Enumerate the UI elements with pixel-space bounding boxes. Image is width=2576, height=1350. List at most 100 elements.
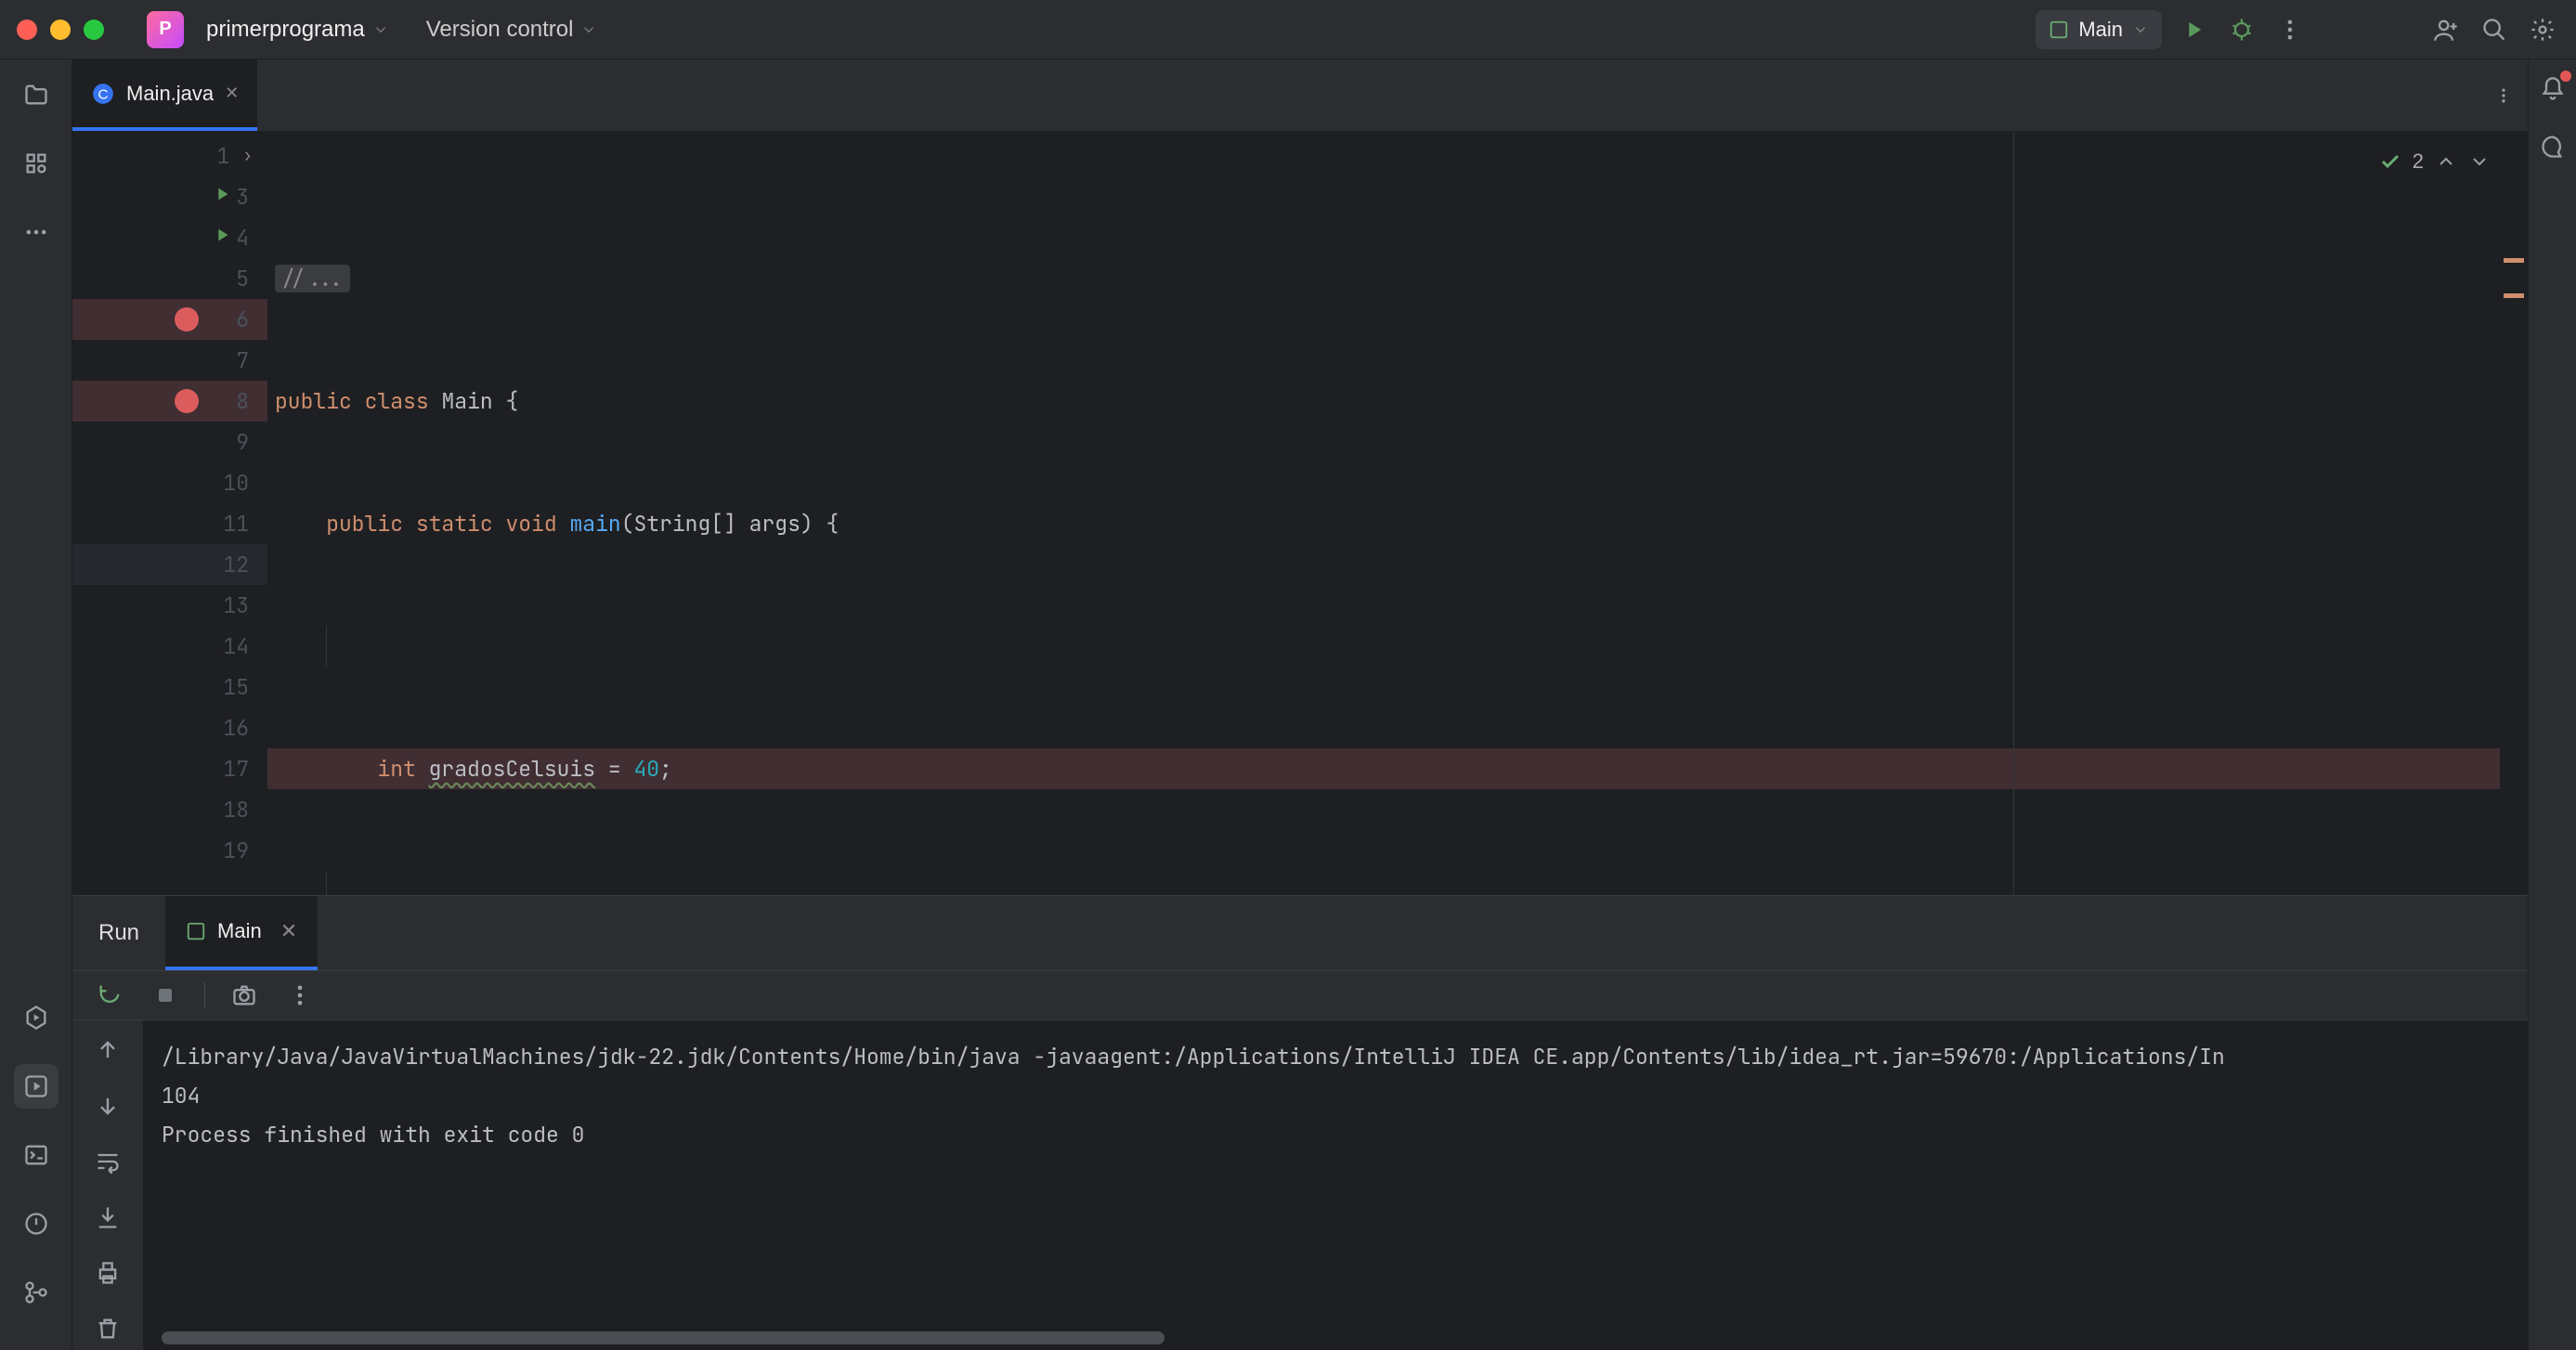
code-token: 40 bbox=[633, 755, 659, 783]
problems-tool-button[interactable] bbox=[14, 1201, 59, 1246]
right-tool-stripe bbox=[2528, 59, 2576, 1350]
scroll-to-end-button[interactable] bbox=[91, 1201, 124, 1234]
warning-circle-icon bbox=[23, 1211, 49, 1237]
print-button[interactable] bbox=[91, 1256, 124, 1290]
services-tool-button[interactable] bbox=[14, 995, 59, 1040]
ruler-mark[interactable] bbox=[2504, 258, 2524, 263]
line-number: 11 bbox=[217, 503, 249, 544]
version-control-menu[interactable]: Version control bbox=[426, 17, 598, 43]
terminal-tool-button[interactable] bbox=[14, 1133, 59, 1177]
project-selector[interactable]: primerprograma bbox=[206, 17, 389, 43]
stop-icon bbox=[152, 982, 178, 1008]
run-button[interactable] bbox=[2177, 13, 2210, 46]
editor[interactable]: 1› 3 4 5 6 7 8 9 10 11 12 13 14 15 16 17… bbox=[72, 132, 2528, 895]
ruler-mark[interactable] bbox=[2504, 293, 2524, 298]
close-window[interactable] bbox=[17, 19, 37, 40]
line-number: 12 bbox=[217, 544, 249, 585]
console-side-toolbar bbox=[72, 1020, 143, 1350]
git-icon bbox=[23, 1279, 49, 1305]
zoom-window[interactable] bbox=[84, 19, 104, 40]
arrow-down-icon bbox=[95, 1093, 121, 1119]
debug-button[interactable] bbox=[2225, 13, 2258, 46]
breakpoint[interactable] bbox=[175, 389, 199, 413]
run-config-tab-label: Main bbox=[217, 919, 262, 943]
run-line-marker[interactable] bbox=[212, 176, 232, 217]
trash-icon bbox=[95, 1316, 121, 1342]
search-icon bbox=[2481, 17, 2507, 43]
tab-filename: Main.java bbox=[126, 82, 214, 106]
inspections-widget[interactable]: 2 bbox=[2379, 141, 2491, 182]
code-token: static bbox=[416, 510, 493, 538]
structure-tool-button[interactable] bbox=[14, 141, 59, 186]
code-with-me-button[interactable] bbox=[2429, 13, 2463, 46]
run-tool-button[interactable] bbox=[14, 1064, 59, 1109]
code-token: void bbox=[505, 510, 556, 538]
more-vertical-icon bbox=[287, 982, 313, 1008]
clear-all-button[interactable] bbox=[91, 1312, 124, 1345]
code-token: Main bbox=[441, 387, 492, 415]
code-token: ; bbox=[659, 755, 672, 783]
run-line-marker[interactable] bbox=[212, 217, 232, 258]
application-icon bbox=[186, 921, 206, 941]
breakpoint[interactable] bbox=[175, 307, 199, 331]
bug-icon bbox=[2229, 17, 2255, 43]
check-icon bbox=[2379, 150, 2401, 173]
editor-gutter[interactable]: 1› 3 4 5 6 7 8 9 10 11 12 13 14 15 16 17… bbox=[72, 132, 267, 895]
line-number: 14 bbox=[217, 626, 249, 667]
line-number: 18 bbox=[217, 789, 249, 830]
line-number: 17 bbox=[217, 748, 249, 789]
code-area[interactable]: //... public class Main { public static … bbox=[267, 132, 2528, 895]
run-configuration-selector[interactable]: Main bbox=[2036, 10, 2162, 49]
fold-toggle[interactable]: › bbox=[242, 136, 253, 176]
console-line: 104 bbox=[162, 1076, 2509, 1115]
more-actions-button[interactable] bbox=[2273, 13, 2307, 46]
project-tool-button[interactable] bbox=[14, 72, 59, 117]
search-everywhere-button[interactable] bbox=[2478, 13, 2511, 46]
line-number: 10 bbox=[217, 462, 249, 503]
right-margin-guide bbox=[2013, 132, 2014, 895]
vcs-tool-button[interactable] bbox=[14, 1270, 59, 1315]
close-tab-button[interactable]: ✕ bbox=[225, 84, 239, 103]
overview-ruler[interactable] bbox=[2500, 132, 2528, 895]
rerun-button[interactable] bbox=[93, 979, 126, 1012]
settings-button[interactable] bbox=[2526, 13, 2559, 46]
code-token: int bbox=[377, 755, 415, 783]
ai-icon bbox=[2540, 134, 2566, 160]
editor-tabs-more[interactable] bbox=[2479, 59, 2528, 131]
code-token: main bbox=[569, 510, 620, 538]
editor-tab-main-java[interactable]: C Main.java ✕ bbox=[72, 59, 257, 131]
folder-icon bbox=[23, 82, 49, 108]
run-toolbar-more[interactable] bbox=[283, 979, 317, 1012]
scroll-down-button[interactable] bbox=[91, 1089, 124, 1123]
scroll-up-button[interactable] bbox=[91, 1033, 124, 1067]
svg-text:C: C bbox=[98, 86, 109, 102]
console-line: /Library/Java/JavaVirtualMachines/jdk-22… bbox=[162, 1037, 2509, 1076]
close-run-tab[interactable]: ✕ bbox=[280, 919, 297, 943]
more-tool-windows-button[interactable] bbox=[14, 210, 59, 254]
class-icon: C bbox=[91, 82, 115, 106]
line-number: 9 bbox=[217, 422, 249, 462]
chevron-down-icon[interactable] bbox=[2468, 150, 2491, 173]
chevron-up-icon[interactable] bbox=[2435, 150, 2457, 173]
line-number: 13 bbox=[217, 585, 249, 626]
hexagon-play-icon bbox=[23, 1005, 49, 1031]
minimize-window[interactable] bbox=[50, 19, 71, 40]
workspace: C Main.java ✕ 1› 3 4 5 6 7 8 9 10 11 12 … bbox=[72, 59, 2528, 1350]
run-config-tab[interactable]: Main ✕ bbox=[165, 896, 318, 970]
chevron-down-icon bbox=[372, 21, 389, 38]
gear-icon bbox=[2530, 17, 2556, 43]
soft-wrap-button[interactable] bbox=[91, 1145, 124, 1178]
ai-assistant-button[interactable] bbox=[2536, 130, 2569, 163]
notifications-button[interactable] bbox=[2536, 72, 2569, 106]
stop-button[interactable] bbox=[149, 979, 182, 1012]
chevron-down-icon bbox=[2132, 21, 2149, 38]
folded-region[interactable]: //... bbox=[275, 265, 350, 292]
play-square-icon bbox=[23, 1073, 49, 1099]
console-output[interactable]: /Library/Java/JavaVirtualMachines/jdk-22… bbox=[143, 1020, 2528, 1350]
toolbar-separator bbox=[204, 982, 205, 1008]
more-vertical-icon bbox=[2277, 17, 2303, 43]
line-number: 6 bbox=[217, 299, 249, 340]
play-icon bbox=[2180, 17, 2206, 43]
screenshot-button[interactable] bbox=[228, 979, 261, 1012]
horizontal-scrollbar[interactable] bbox=[162, 1331, 1164, 1344]
